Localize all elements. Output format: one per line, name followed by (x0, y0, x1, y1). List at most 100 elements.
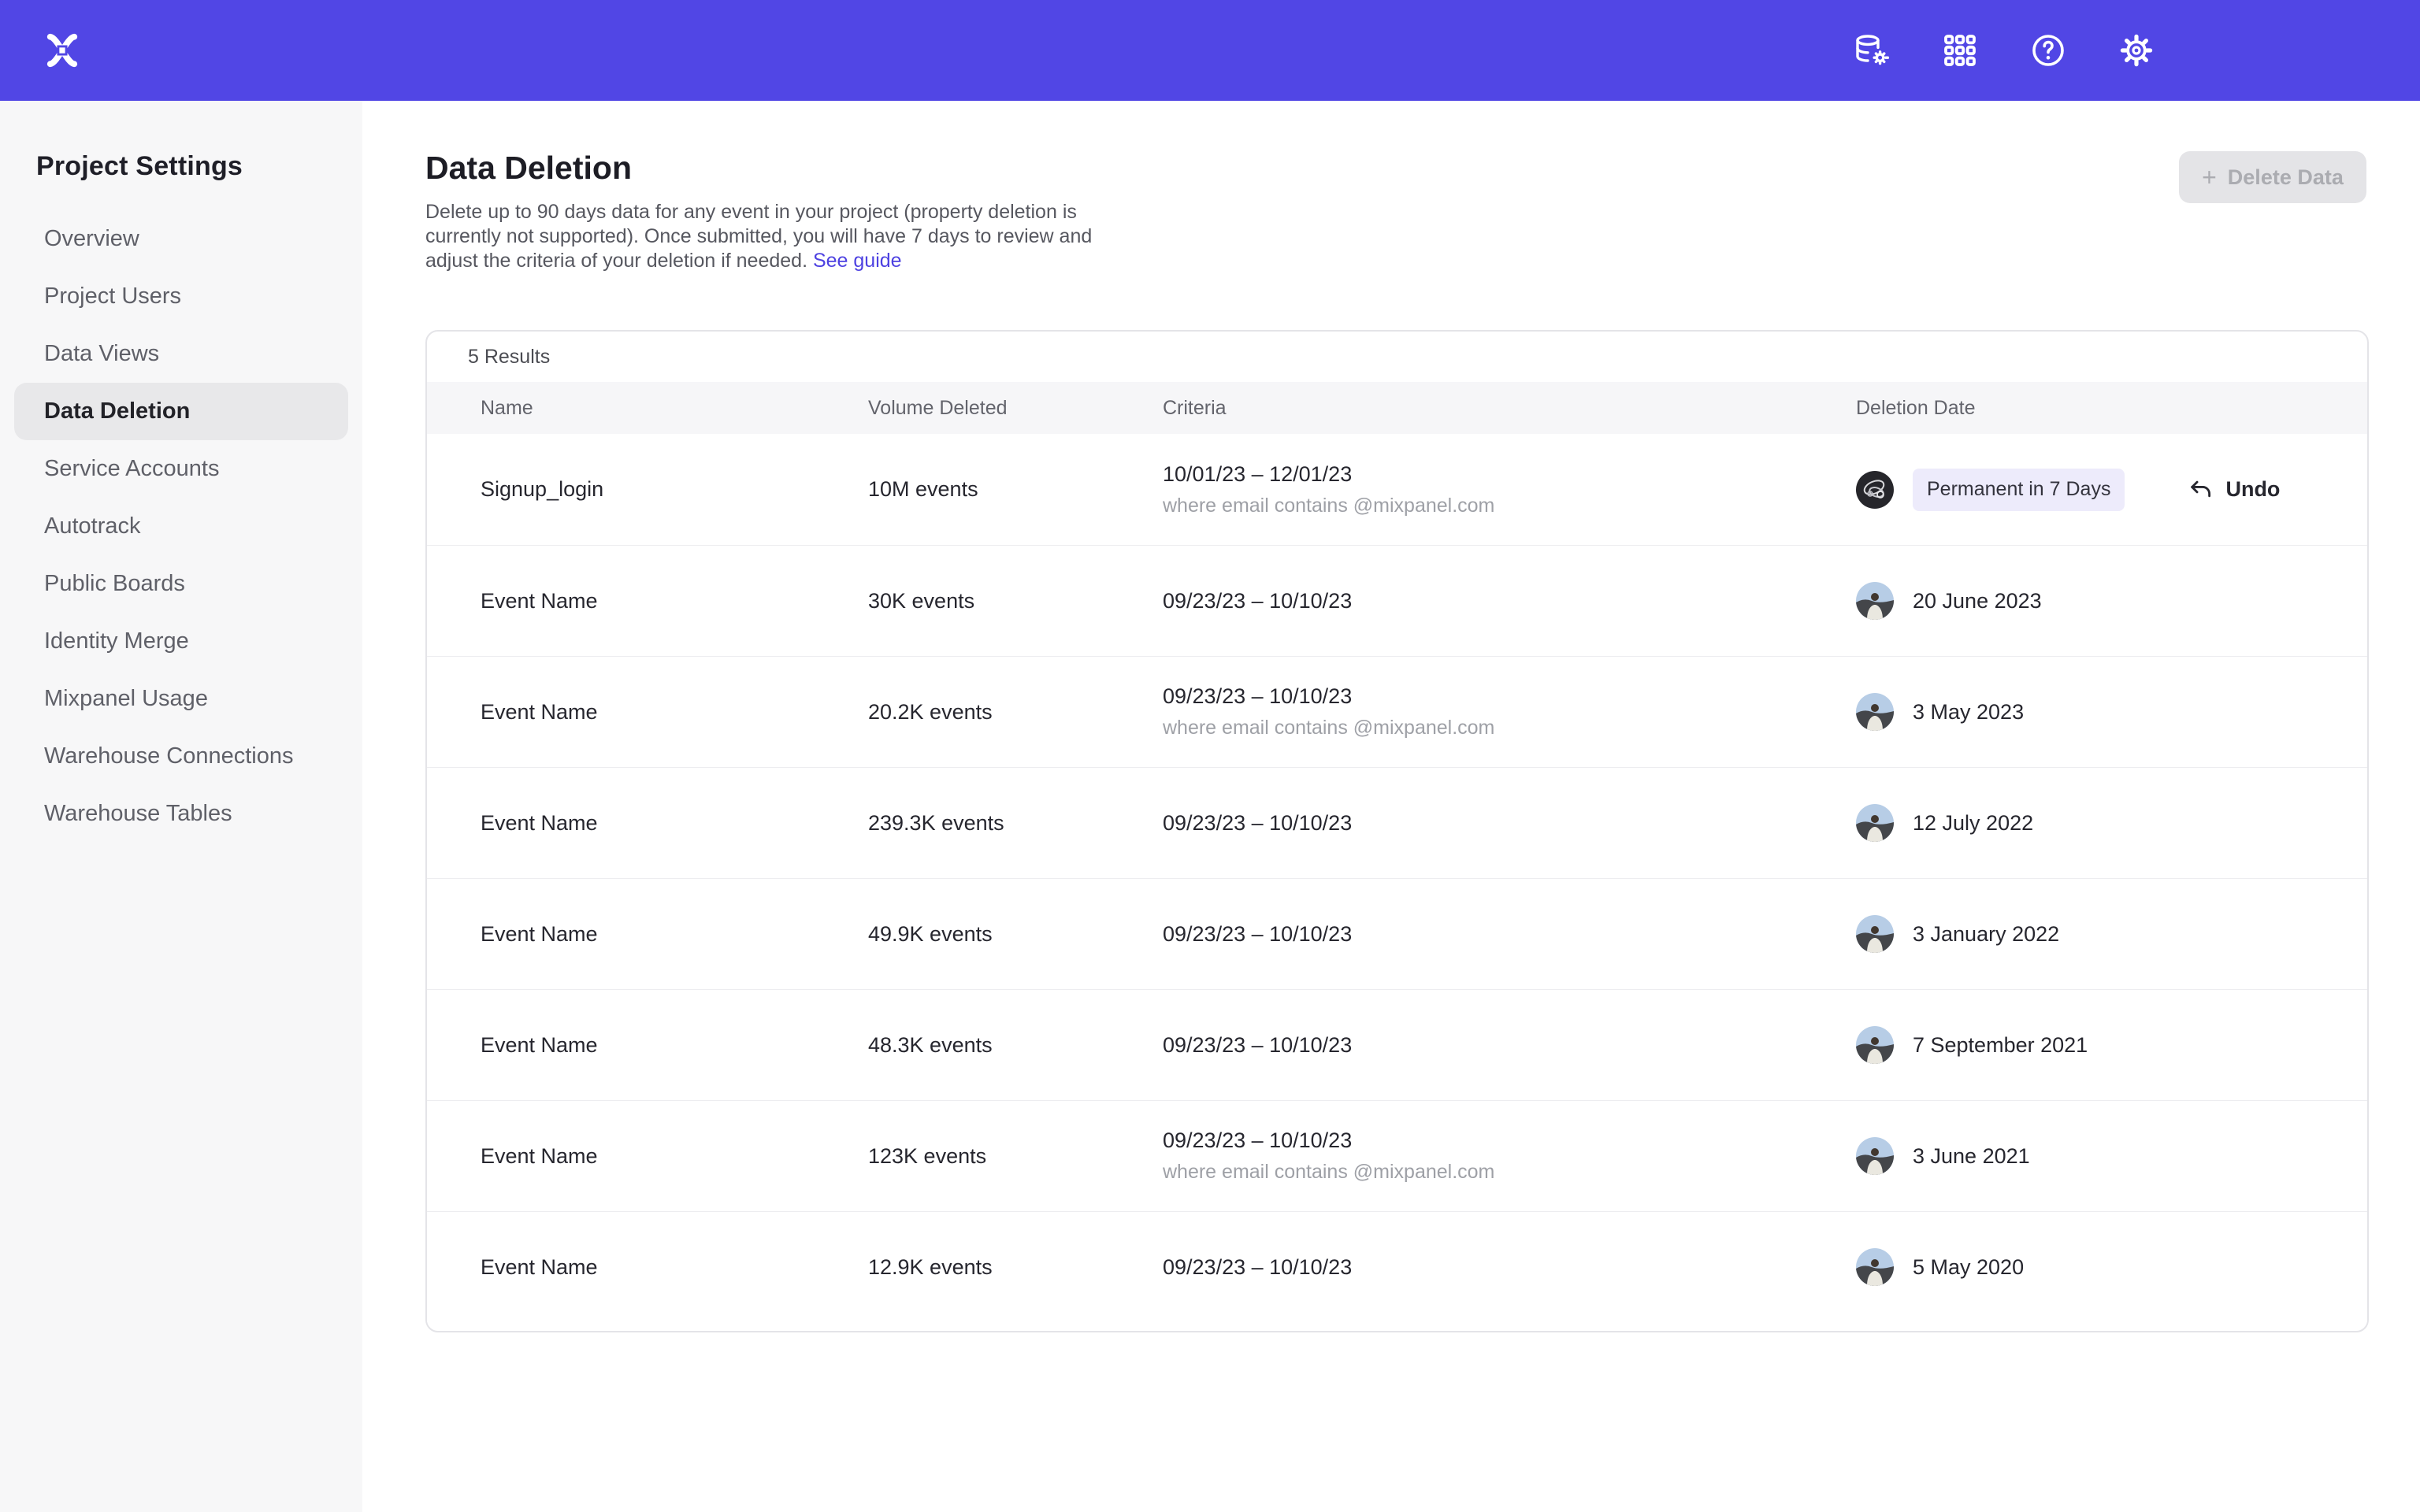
row-volume: 30K events (868, 589, 1163, 613)
table-row: Event Name 30K events 09/23/23 – 10/10/2… (427, 545, 2367, 656)
deletion-date-text: 3 June 2021 (1913, 1144, 2030, 1169)
person-photo-avatar (1856, 1248, 1894, 1286)
row-name: Event Name (481, 922, 868, 947)
row-deletion-date: Permanent in 7 Days Undo (1856, 469, 2367, 511)
sidebar-item-service-accounts[interactable]: Service Accounts (14, 440, 348, 498)
table-row: Event Name 49.9K events 09/23/23 – 10/10… (427, 878, 2367, 989)
sidebar-title: Project Settings (0, 101, 362, 182)
criteria-range: 09/23/23 – 10/10/23 (1163, 1033, 1856, 1058)
sidebar-item-public-boards[interactable]: Public Boards (14, 555, 348, 613)
undo-button[interactable]: Undo (2188, 476, 2280, 503)
row-volume: 239.3K events (868, 811, 1163, 836)
row-criteria: 09/23/23 – 10/10/23 (1163, 1033, 1856, 1058)
sidebar-item-autotrack[interactable]: Autotrack (14, 498, 348, 555)
status-badge: Permanent in 7 Days (1913, 469, 2125, 511)
sidebar-item-data-views[interactable]: Data Views (14, 325, 348, 383)
criteria-range: 09/23/23 – 10/10/23 (1163, 1128, 1856, 1153)
deletion-date-text: 5 May 2020 (1913, 1255, 2024, 1280)
table-row: Event Name 239.3K events 09/23/23 – 10/1… (427, 767, 2367, 878)
person-photo-avatar (1856, 915, 1894, 953)
undo-icon (2188, 476, 2214, 503)
deletion-date-text: 20 June 2023 (1913, 589, 2042, 613)
plus-icon: + (2202, 165, 2217, 190)
column-header-deletion-date: Deletion Date (1856, 397, 2367, 420)
criteria-filter: where email contains @mixpanel.com (1163, 1161, 1856, 1184)
table-row: Event Name 20.2K events 09/23/23 – 10/10… (427, 656, 2367, 767)
criteria-range: 09/23/23 – 10/10/23 (1163, 811, 1856, 836)
sidebar-item-mixpanel-usage[interactable]: Mixpanel Usage (14, 670, 348, 728)
sidebar-item-identity-merge[interactable]: Identity Merge (14, 613, 348, 670)
column-header-criteria: Criteria (1163, 397, 1856, 420)
row-volume: 12.9K events (868, 1255, 1163, 1280)
dark-illustration-avatar (1856, 471, 1894, 509)
row-deletion-date: 3 June 2021 (1856, 1137, 2367, 1175)
help-icon[interactable] (2029, 32, 2067, 69)
deletion-table-card: 5 Results Name Volume Deleted Criteria D… (425, 330, 2369, 1332)
delete-data-button[interactable]: + Delete Data (2179, 151, 2366, 203)
sidebar-item-project-users[interactable]: Project Users (14, 268, 348, 325)
criteria-range: 09/23/23 – 10/10/23 (1163, 589, 1856, 613)
results-count: 5 Results (427, 332, 2367, 382)
column-header-volume: Volume Deleted (868, 397, 1163, 420)
criteria-filter: where email contains @mixpanel.com (1163, 717, 1856, 739)
table-row: Signup_login 10M events 10/01/23 – 12/01… (427, 434, 2367, 545)
row-name: Event Name (481, 589, 868, 613)
top-nav (0, 0, 2420, 101)
row-volume: 10M events (868, 477, 1163, 502)
undo-label: Undo (2225, 477, 2280, 502)
criteria-range: 09/23/23 – 10/10/23 (1163, 922, 1856, 947)
deletion-date-text: 3 May 2023 (1913, 700, 2024, 724)
row-deletion-date: 20 June 2023 (1856, 582, 2367, 620)
row-name: Signup_login (481, 477, 868, 502)
row-criteria: 09/23/23 – 10/10/23 where email contains… (1163, 684, 1856, 739)
criteria-filter: where email contains @mixpanel.com (1163, 495, 1856, 517)
page-description: Delete up to 90 days data for any event … (425, 200, 1128, 273)
row-volume: 123K events (868, 1144, 1163, 1169)
delete-data-button-label: Delete Data (2228, 165, 2344, 190)
row-criteria: 09/23/23 – 10/10/23 (1163, 589, 1856, 613)
settings-gear-icon[interactable] (2118, 32, 2155, 69)
row-name: Event Name (481, 1255, 868, 1280)
row-criteria: 09/23/23 – 10/10/23 (1163, 922, 1856, 947)
table-row: Event Name 123K events 09/23/23 – 10/10/… (427, 1100, 2367, 1211)
data-management-icon[interactable] (1853, 32, 1891, 69)
table-row: Event Name 12.9K events 09/23/23 – 10/10… (427, 1211, 2367, 1322)
deletion-date-text: 3 January 2022 (1913, 922, 2059, 947)
column-header-name: Name (481, 397, 868, 420)
row-name: Event Name (481, 811, 868, 836)
main-content: Data Deletion Delete up to 90 days data … (362, 101, 2420, 1512)
row-criteria: 09/23/23 – 10/10/23 (1163, 811, 1856, 836)
sidebar-item-warehouse-connections[interactable]: Warehouse Connections (14, 728, 348, 785)
row-name: Event Name (481, 1033, 868, 1058)
row-criteria: 10/01/23 – 12/01/23 where email contains… (1163, 462, 1856, 517)
row-deletion-date: 7 September 2021 (1856, 1026, 2367, 1064)
person-photo-avatar (1856, 693, 1894, 731)
person-photo-avatar (1856, 1137, 1894, 1175)
criteria-range: 09/23/23 – 10/10/23 (1163, 1255, 1856, 1280)
row-name: Event Name (481, 1144, 868, 1169)
row-volume: 48.3K events (868, 1033, 1163, 1058)
row-volume: 49.9K events (868, 922, 1163, 947)
row-deletion-date: 3 May 2023 (1856, 693, 2367, 731)
see-guide-link[interactable]: See guide (813, 250, 902, 272)
table-row: Event Name 48.3K events 09/23/23 – 10/10… (427, 989, 2367, 1100)
deletion-date-text: 7 September 2021 (1913, 1033, 2088, 1058)
person-photo-avatar (1856, 804, 1894, 842)
row-name: Event Name (481, 700, 868, 724)
sidebar-item-warehouse-tables[interactable]: Warehouse Tables (14, 785, 348, 843)
page-description-text: Delete up to 90 days data for any event … (425, 201, 1092, 272)
page-title: Data Deletion (425, 150, 632, 187)
sidebar-item-data-deletion[interactable]: Data Deletion (14, 383, 348, 440)
criteria-range: 09/23/23 – 10/10/23 (1163, 684, 1856, 709)
sidebar-item-overview[interactable]: Overview (14, 210, 348, 268)
person-photo-avatar (1856, 582, 1894, 620)
mixpanel-logo-icon[interactable] (44, 32, 80, 69)
row-criteria: 09/23/23 – 10/10/23 where email contains… (1163, 1128, 1856, 1184)
row-deletion-date: 3 January 2022 (1856, 915, 2367, 953)
row-deletion-date: 5 May 2020 (1856, 1248, 2367, 1286)
person-photo-avatar (1856, 1026, 1894, 1064)
settings-sidebar: Project Settings Overview Project Users … (0, 101, 362, 1512)
apps-grid-icon[interactable] (1941, 32, 1979, 69)
deletion-date-text: 12 July 2022 (1913, 811, 2033, 836)
row-deletion-date: 12 July 2022 (1856, 804, 2367, 842)
